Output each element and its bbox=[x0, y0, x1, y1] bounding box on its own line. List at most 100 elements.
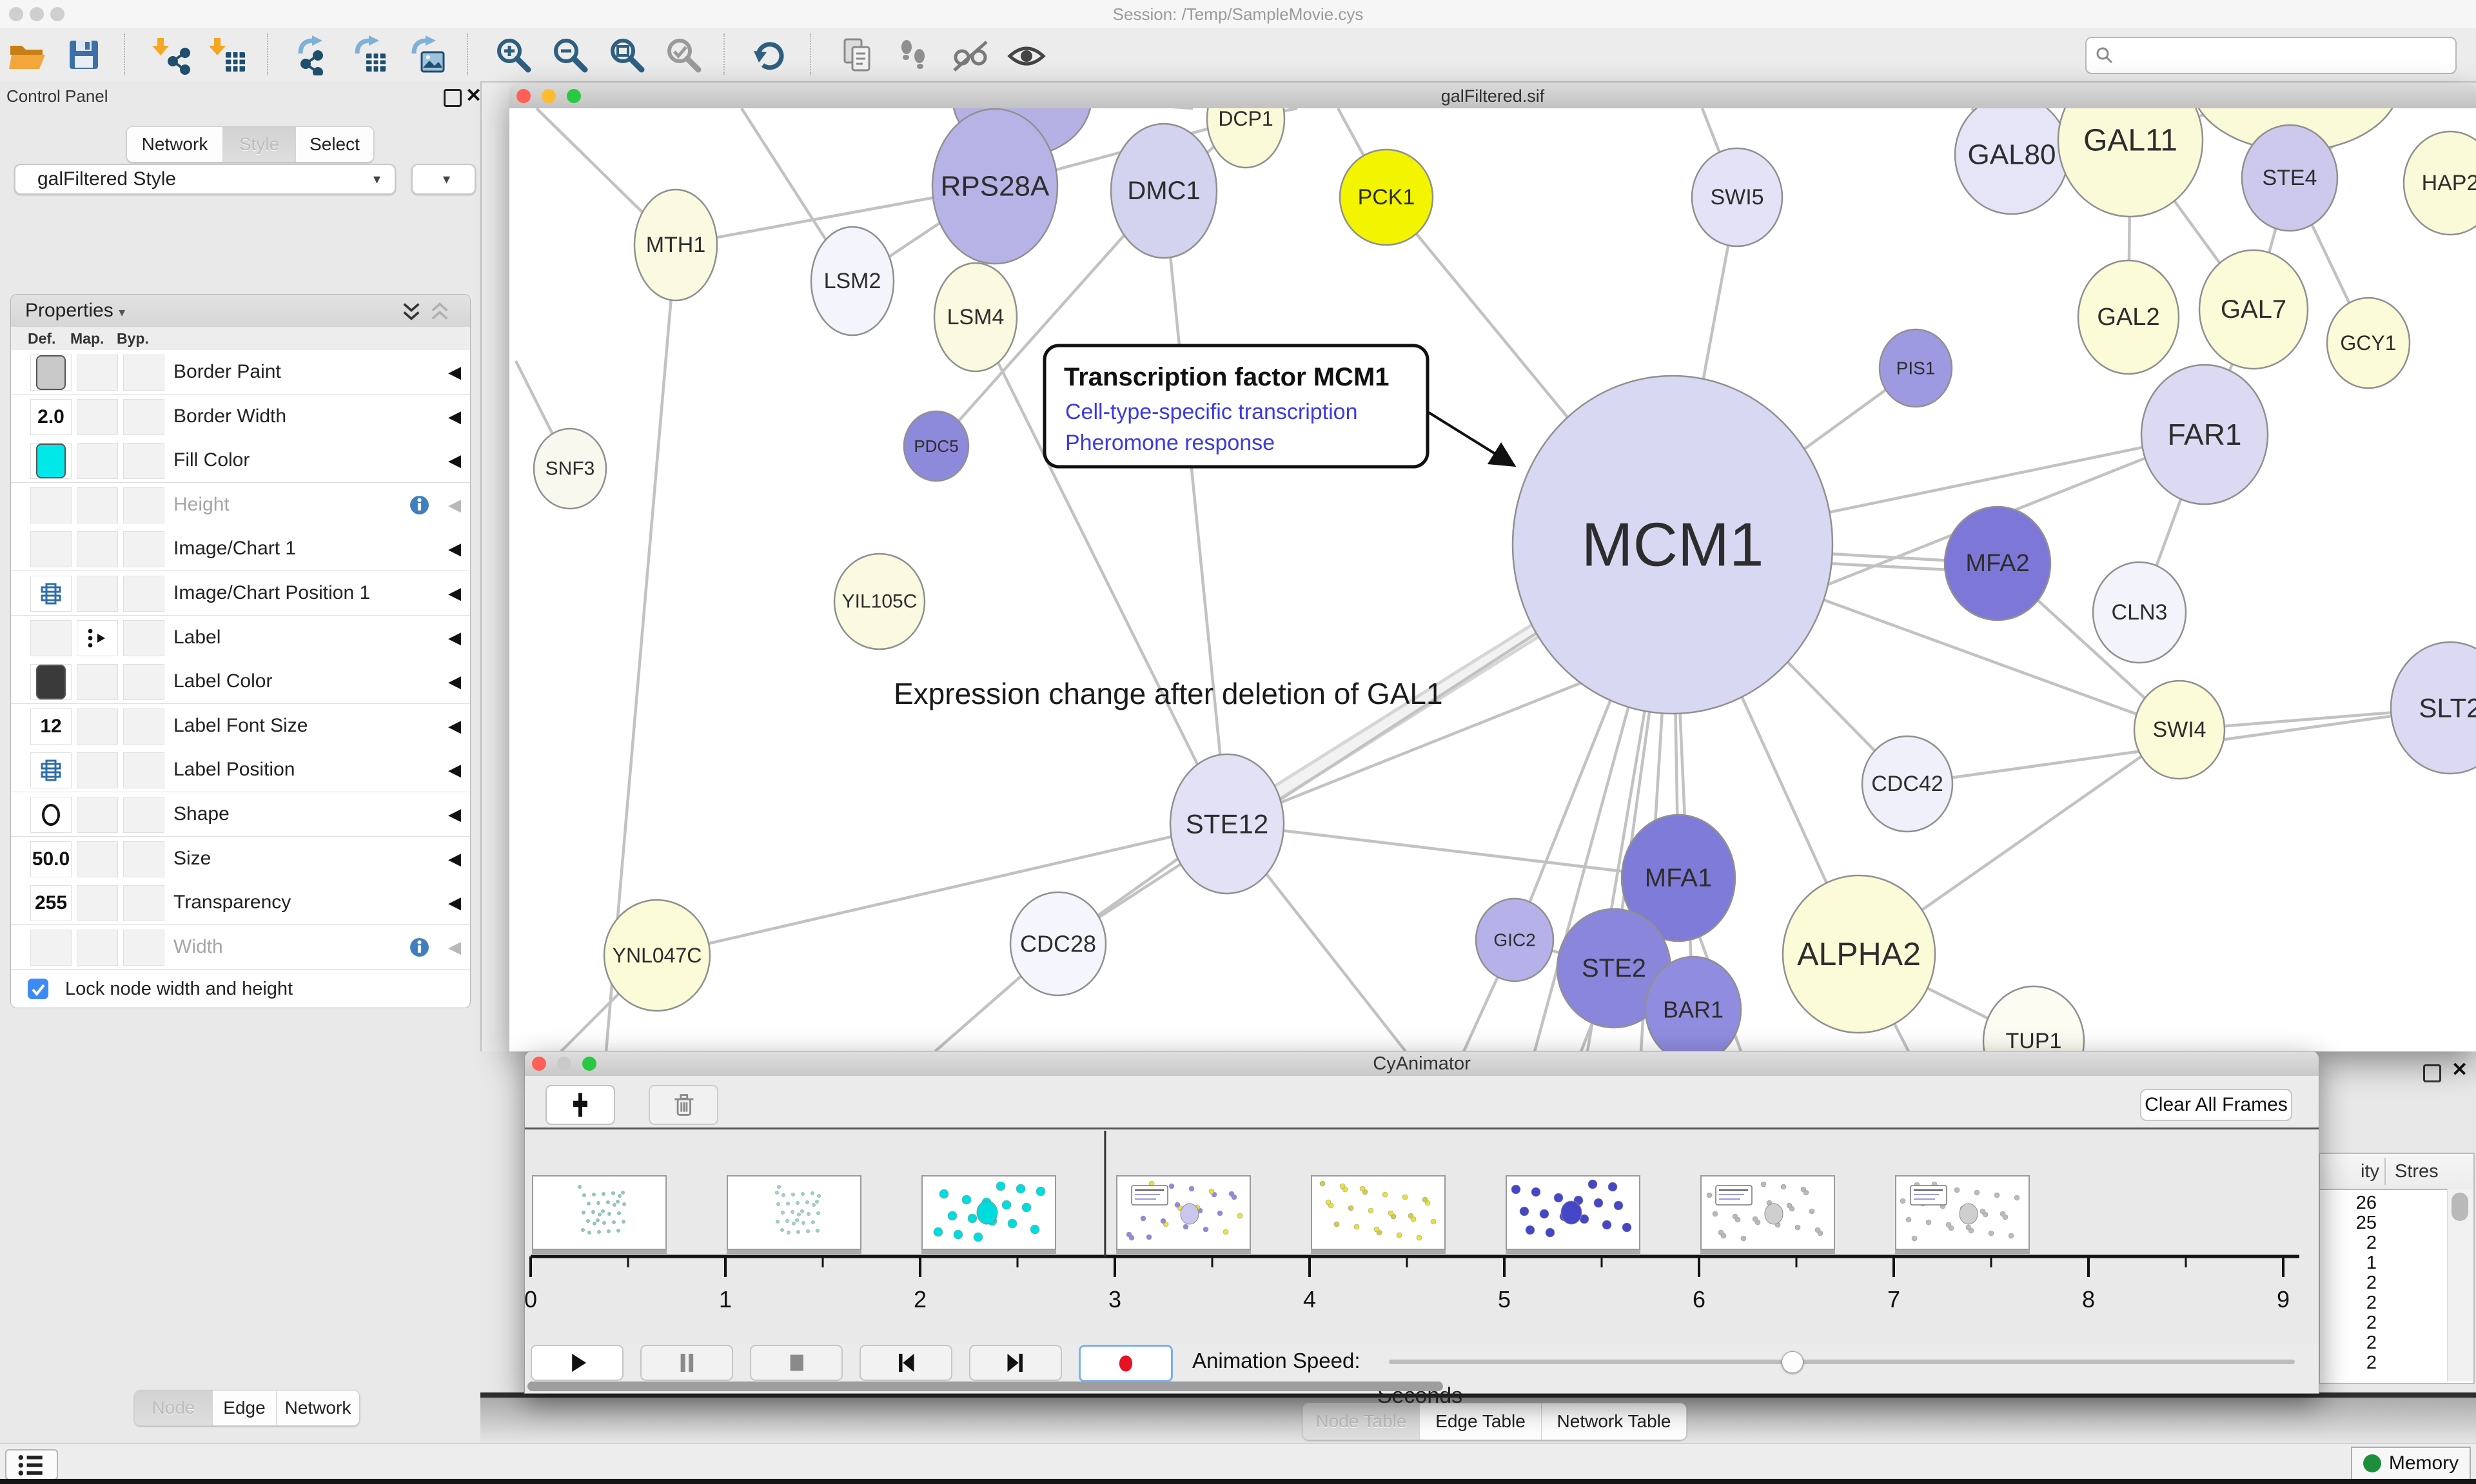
tab-style[interactable]: Style bbox=[223, 127, 296, 162]
expand-row-icon[interactable]: ◀ bbox=[448, 395, 461, 438]
edge[interactable] bbox=[1227, 824, 1678, 878]
minimize-window-icon[interactable] bbox=[542, 89, 556, 103]
info-icon[interactable] bbox=[409, 494, 430, 519]
lock-checkbox[interactable] bbox=[28, 979, 48, 999]
window-zoom-icon[interactable] bbox=[50, 7, 64, 21]
export-network-button[interactable] bbox=[293, 34, 334, 75]
default-value-cell[interactable] bbox=[30, 620, 72, 656]
zoom-out-button[interactable] bbox=[549, 34, 591, 75]
pause-button[interactable] bbox=[640, 1345, 733, 1381]
node-GAL80[interactable]: GAL80 bbox=[1955, 108, 2068, 214]
expand-row-icon[interactable]: ◀ bbox=[448, 616, 461, 659]
property-row-shape[interactable]: Shape◀ bbox=[11, 792, 470, 837]
default-value-cell[interactable]: 12 bbox=[30, 708, 72, 745]
close-panel-icon[interactable]: ✕ bbox=[2451, 1063, 2468, 1077]
mapping-cell[interactable] bbox=[77, 576, 118, 612]
node-MCM1[interactable]: MCM1 bbox=[1513, 376, 1832, 714]
info-icon[interactable] bbox=[409, 937, 430, 961]
close-panel-icon[interactable]: ✕ bbox=[466, 89, 482, 103]
column-header-centrality[interactable]: ity bbox=[2325, 1154, 2379, 1189]
footprints-button[interactable] bbox=[892, 34, 934, 75]
zoom-selected-button[interactable] bbox=[663, 34, 704, 75]
delete-frame-button[interactable] bbox=[649, 1085, 718, 1125]
property-row-transparency[interactable]: 255Transparency◀ bbox=[11, 881, 470, 925]
expand-row-icon[interactable]: ◀ bbox=[448, 748, 461, 792]
bypass-cell[interactable] bbox=[123, 620, 164, 656]
caption-annotation[interactable]: Expression change after deletion of GAL1 bbox=[894, 677, 1443, 710]
frame-thumbnail-5[interactable] bbox=[1506, 1175, 1640, 1250]
node-PCK1[interactable]: PCK1 bbox=[1340, 150, 1433, 245]
node-GIC2[interactable]: GIC2 bbox=[1476, 899, 1553, 981]
step-back-button[interactable] bbox=[860, 1345, 952, 1381]
expand-row-icon[interactable]: ◀ bbox=[448, 438, 461, 482]
mapping-cell[interactable] bbox=[77, 752, 118, 788]
search-input[interactable] bbox=[2085, 37, 2457, 74]
expand-row-icon[interactable]: ◀ bbox=[448, 350, 461, 394]
open-folder-button[interactable] bbox=[6, 34, 48, 75]
table-scrollbar[interactable] bbox=[2447, 1189, 2473, 1381]
network-window-titlebar[interactable]: galFiltered.sif bbox=[509, 84, 2476, 109]
expand-row-icon[interactable]: ◀ bbox=[448, 704, 461, 748]
node-YNL047C[interactable]: YNL047C bbox=[604, 900, 710, 1011]
bypass-cell[interactable] bbox=[123, 531, 164, 567]
bypass-cell[interactable] bbox=[123, 399, 164, 435]
import-table-button[interactable] bbox=[206, 34, 248, 75]
expand-row-icon[interactable]: ◀ bbox=[448, 659, 461, 703]
node-SWI4[interactable]: SWI4 bbox=[2134, 681, 2225, 779]
task-history-button[interactable] bbox=[5, 1449, 58, 1480]
default-value-cell[interactable] bbox=[30, 576, 72, 612]
node-DMC1[interactable]: DMC1 bbox=[1111, 124, 1217, 258]
property-row-label[interactable]: Label◀ bbox=[11, 616, 470, 660]
default-value-cell[interactable]: 50.0 bbox=[30, 841, 72, 877]
property-row-fill-color[interactable]: Fill Color◀ bbox=[11, 438, 470, 483]
play-button[interactable] bbox=[531, 1345, 624, 1381]
tab-edge-table[interactable]: Edge Table bbox=[1420, 1403, 1542, 1440]
bypass-cell[interactable] bbox=[123, 487, 164, 523]
node-CDC28[interactable]: CDC28 bbox=[1010, 892, 1106, 995]
bypass-cell[interactable] bbox=[123, 930, 164, 966]
tab-network-table[interactable]: Network Table bbox=[1542, 1403, 1686, 1440]
default-value-cell[interactable] bbox=[30, 443, 72, 479]
property-row-width[interactable]: Width◀ bbox=[11, 925, 470, 970]
default-value-cell[interactable] bbox=[30, 487, 72, 523]
mapping-cell[interactable] bbox=[77, 487, 118, 523]
zoom-window-icon[interactable] bbox=[567, 89, 581, 103]
expand-row-icon[interactable]: ◀ bbox=[448, 571, 461, 615]
bypass-cell[interactable] bbox=[123, 841, 164, 877]
mapping-cell[interactable] bbox=[77, 841, 118, 877]
node-GAL7[interactable]: GAL7 bbox=[2199, 250, 2308, 369]
table-cell-value[interactable]: 25 bbox=[2325, 1213, 2377, 1234]
slider-thumb[interactable] bbox=[1782, 1351, 1803, 1373]
cyanimator-timeline[interactable]: Seconds 0123456789 bbox=[525, 1129, 2319, 1343]
node-SLT2[interactable]: SLT2 bbox=[2391, 642, 2476, 774]
mapping-cell[interactable] bbox=[77, 620, 118, 656]
expand-all-icon[interactable] bbox=[400, 300, 422, 322]
column-divider[interactable] bbox=[2384, 1158, 2386, 1185]
bypass-cell[interactable] bbox=[123, 355, 164, 391]
clear-all-frames-button[interactable]: Clear All Frames bbox=[2140, 1089, 2292, 1121]
default-value-cell[interactable] bbox=[30, 531, 72, 567]
default-value-cell[interactable]: 255 bbox=[30, 885, 72, 921]
node-PDC5[interactable]: PDC5 bbox=[904, 411, 968, 481]
default-value-cell[interactable] bbox=[30, 664, 72, 700]
record-button[interactable] bbox=[1079, 1345, 1173, 1382]
frame-thumbnail-6[interactable] bbox=[1700, 1175, 1835, 1250]
property-row-label-font-size[interactable]: 12Label Font Size◀ bbox=[11, 704, 470, 748]
refresh-button[interactable] bbox=[749, 34, 791, 75]
bypass-cell[interactable] bbox=[123, 708, 164, 745]
zoom-fit-button[interactable] bbox=[606, 34, 647, 75]
column-header-stress[interactable]: Stres bbox=[2395, 1154, 2439, 1189]
tab-network[interactable]: Network bbox=[127, 127, 223, 162]
expand-row-icon[interactable]: ◀ bbox=[448, 792, 461, 836]
property-row-image-chart-1[interactable]: Image/Chart 1◀ bbox=[11, 527, 470, 571]
cyanimator-titlebar[interactable]: CyAnimator bbox=[525, 1051, 2319, 1077]
mapping-cell[interactable] bbox=[77, 531, 118, 567]
property-row-border-paint[interactable]: Border Paint◀ bbox=[11, 350, 470, 395]
annotation-link[interactable]: Cell-type-specific transcription bbox=[1065, 400, 1358, 424]
mapping-cell[interactable] bbox=[77, 664, 118, 700]
horizontal-scrollbar[interactable] bbox=[527, 1381, 1443, 1391]
node-ALPHA2[interactable]: ALPHA2 bbox=[1783, 875, 1935, 1033]
bypass-cell[interactable] bbox=[123, 576, 164, 612]
save-button[interactable] bbox=[63, 34, 104, 75]
bypass-cell[interactable] bbox=[123, 443, 164, 479]
